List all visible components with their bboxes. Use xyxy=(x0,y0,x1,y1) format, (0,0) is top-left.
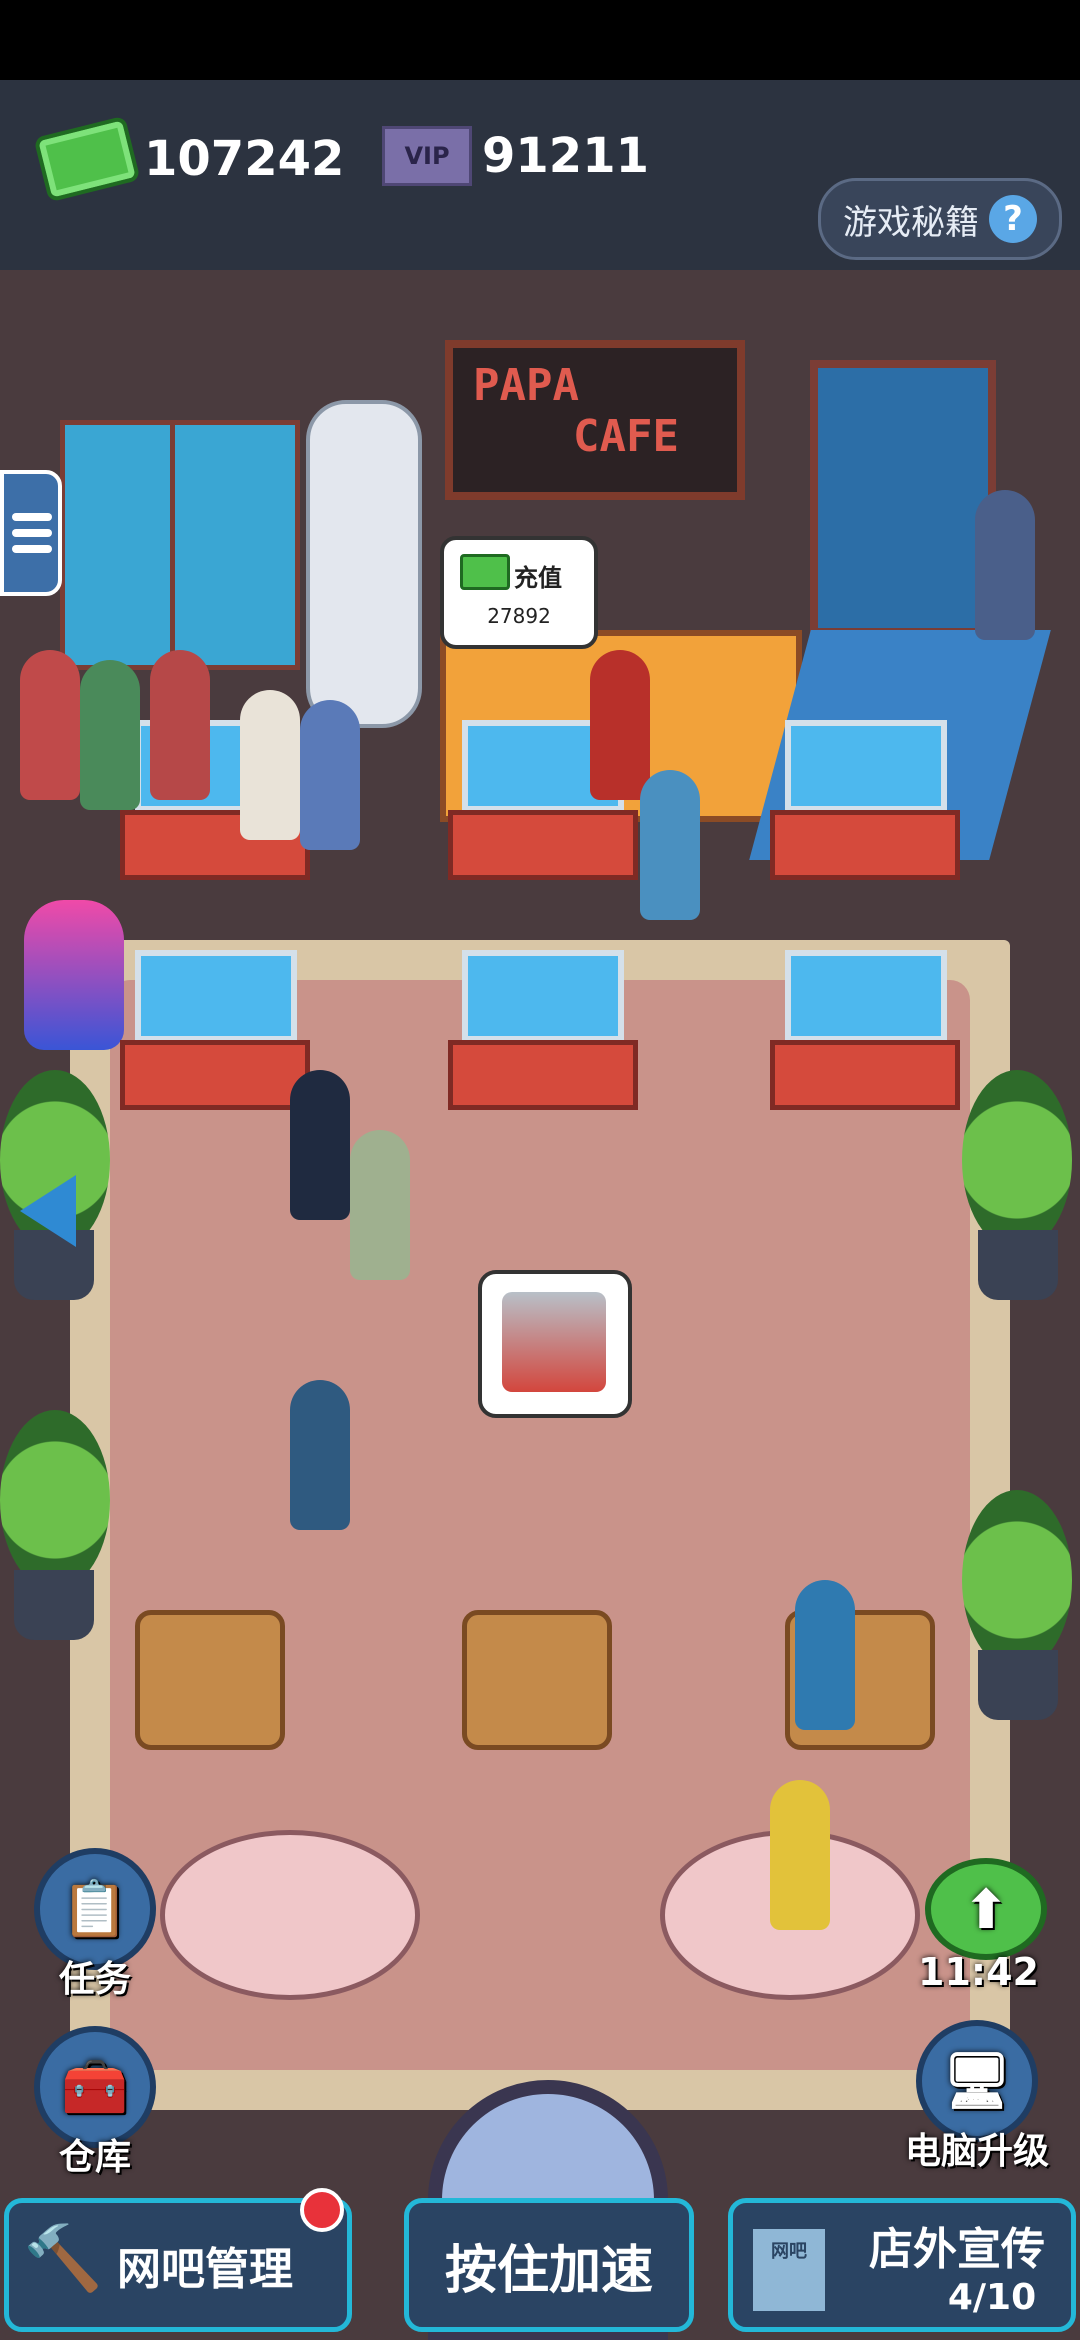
speed-up-label: 按住加速 xyxy=(444,2240,653,2301)
customer-character[interactable] xyxy=(640,770,700,920)
scroll-left-arrow-icon[interactable] xyxy=(20,1175,76,1247)
game-tips-button[interactable]: 游戏秘籍 ? xyxy=(818,178,1062,260)
sign-line-2: CAFE xyxy=(573,411,679,462)
warehouse-button[interactable]: 🧰 仓库 xyxy=(34,2026,156,2180)
menu-button[interactable] xyxy=(0,470,62,596)
plant-pot xyxy=(978,1650,1058,1720)
tea-table[interactable] xyxy=(160,1830,420,2000)
pc-desk xyxy=(448,810,638,880)
customer-character[interactable] xyxy=(150,650,210,800)
pc-desk xyxy=(770,1040,960,1110)
customer-character[interactable] xyxy=(80,660,140,810)
menu-icon-line xyxy=(12,513,52,521)
income-timer: 11:42 xyxy=(918,1950,1039,1994)
recharge-value: 27892 xyxy=(487,604,551,628)
pc-monitor[interactable] xyxy=(135,950,297,1042)
cafe-management-label: 网吧管理 xyxy=(117,2244,293,2295)
pc-desk xyxy=(770,810,960,880)
hold-to-speed-up-button[interactable]: 按住加速 xyxy=(404,2198,694,2332)
papa-cafe-sign: PAPA CAFE xyxy=(445,340,745,500)
promotion-count: 4/10 xyxy=(947,2276,1037,2318)
shop-icon-label: 网吧 xyxy=(771,2241,807,2262)
plant-pot xyxy=(14,1570,94,1640)
potted-tree xyxy=(0,1410,110,1590)
income-button[interactable]: ⬆ xyxy=(925,1858,1047,1960)
potted-tree xyxy=(962,1490,1072,1670)
recharge-bubble[interactable]: 充值 27892 xyxy=(440,536,598,649)
help-icon: ? xyxy=(989,195,1037,243)
cleaner-character[interactable] xyxy=(350,1130,410,1280)
cash-counter: 107242 xyxy=(33,115,345,203)
pc-desk xyxy=(120,1040,310,1110)
gaming-chair xyxy=(135,1610,285,1750)
customer-character[interactable] xyxy=(20,650,80,800)
cash-value: 107242 xyxy=(144,131,345,187)
vip-ticket-icon: VIP xyxy=(382,126,472,186)
pc-monitor[interactable] xyxy=(462,950,624,1042)
warehouse-label: 仓库 xyxy=(58,2137,131,2178)
customer-request-bubble[interactable] xyxy=(478,1270,632,1418)
vip-value: 91211 xyxy=(482,128,649,184)
back-door xyxy=(810,360,996,636)
waiter-character[interactable] xyxy=(795,1580,855,1730)
gaming-chair xyxy=(462,1610,612,1750)
security-guard-character[interactable] xyxy=(975,490,1035,640)
recharge-label: 充值 xyxy=(514,564,562,592)
menu-icon-line xyxy=(12,545,52,553)
plant-pot xyxy=(978,1230,1058,1300)
vip-counter: VIP 91211 xyxy=(382,126,649,186)
customer-character[interactable] xyxy=(290,1070,350,1220)
character-portrait-icon xyxy=(502,1292,606,1392)
outdoor-promotion-label: 店外宣传 xyxy=(869,2223,1045,2275)
vip-icon-label: VIP xyxy=(404,142,450,170)
pc-monitor[interactable] xyxy=(785,950,947,1042)
cash-stack-icon: ⬆ xyxy=(925,1858,1047,1960)
shop-icon: 网吧 xyxy=(749,2225,829,2315)
game-screen: 107242 VIP 91211 游戏秘籍 ? PAPA CAFE 充值 278… xyxy=(0,0,1080,2340)
hammer-icon: 🔨 xyxy=(23,2222,103,2296)
customer-character[interactable] xyxy=(770,1780,830,1930)
customer-character[interactable] xyxy=(300,700,360,850)
customer-character[interactable] xyxy=(290,1380,350,1530)
outdoor-promotion-button[interactable]: 网吧 店外宣传 4/10 xyxy=(728,2198,1076,2332)
pc-monitor[interactable] xyxy=(785,720,947,812)
pc-upgrade-label: 电脑升级 xyxy=(905,2131,1050,2172)
customer-character[interactable] xyxy=(240,690,300,840)
snack-fridge[interactable] xyxy=(170,420,300,670)
customer-character[interactable] xyxy=(590,650,650,800)
notification-dot xyxy=(300,2188,344,2232)
cash-icon xyxy=(33,115,141,203)
menu-icon-line xyxy=(12,529,52,537)
pc-desk xyxy=(448,1040,638,1110)
cash-icon xyxy=(460,554,510,590)
tasks-button[interactable]: 📋 任务 xyxy=(34,1848,156,2002)
tasks-label: 任务 xyxy=(58,1959,131,2000)
potted-tree xyxy=(962,1070,1072,1250)
pc-upgrade-button[interactable]: 🖥 电脑升级 xyxy=(905,2020,1049,2174)
cafe-management-button[interactable]: 🔨 网吧管理 xyxy=(4,2198,352,2332)
game-tips-label: 游戏秘籍 xyxy=(843,202,979,243)
smart-speaker[interactable] xyxy=(24,900,124,1050)
status-bar xyxy=(0,0,1080,80)
sign-line-1: PAPA xyxy=(473,360,579,411)
air-conditioner[interactable] xyxy=(306,400,422,728)
